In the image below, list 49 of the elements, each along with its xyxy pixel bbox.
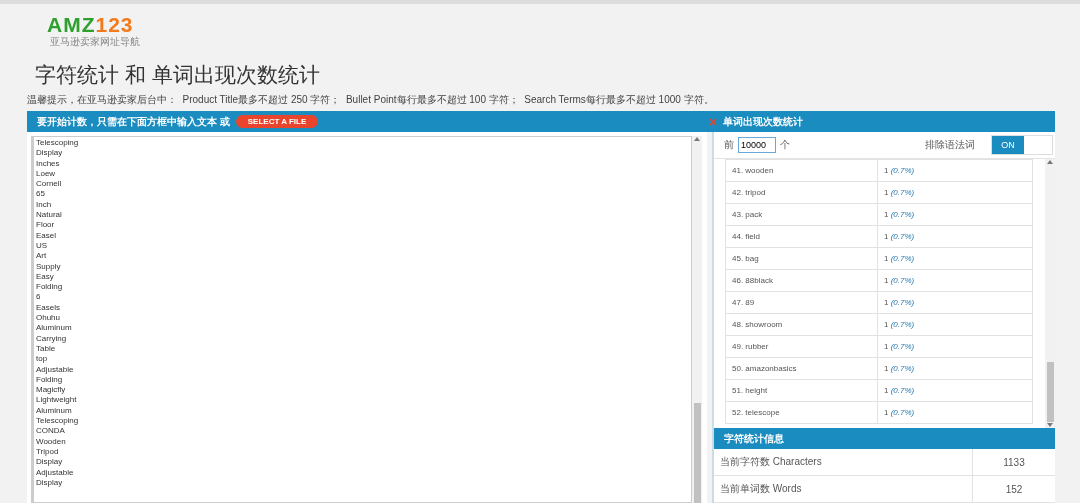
top-count-input[interactable]: 10000 <box>738 137 776 153</box>
count-cell-text: 1 (0.7%) <box>883 187 916 199</box>
count-cell-text: 1 (0.7%) <box>883 407 916 419</box>
hint-text: 温馨提示，在亚马逊卖家后台中： Product Title最多不超过 250 字符； Bullet Point每行最多不超过 100 字符； Search Terms每行最多不超过 1000 字符。 <box>27 94 715 106</box>
count-cell-text: 1 (0.7%) <box>883 385 916 397</box>
word-cell: 47. 89 <box>726 292 878 313</box>
stat-value: 152 <box>972 476 1055 502</box>
exclude-label: 排除语法词 <box>925 138 975 152</box>
logo[interactable]: AMZ123 <box>47 14 134 36</box>
count-cell-text: 1 (0.7%) <box>883 363 916 375</box>
exclude-toggle[interactable]: ON <box>991 135 1053 155</box>
word-cell: 41. wooden <box>726 160 878 181</box>
header-text: 要开始计数，只需在下面方框中输入文本 或 <box>37 114 230 129</box>
scroll-up-icon[interactable] <box>1047 159 1053 165</box>
page-title: 字符统计 和 单词出现次数统计 <box>35 62 321 88</box>
top-suffix-label: 个 <box>780 138 790 152</box>
word-cell: 50. amazonbasics <box>726 358 878 379</box>
word-cell: 43. pack <box>726 204 878 225</box>
count-cell-text: 1 (0.7%) <box>883 297 916 309</box>
scrollbar[interactable] <box>692 136 702 503</box>
scroll-up-icon[interactable] <box>694 136 700 142</box>
word-cell: 46. 88black <box>726 270 878 291</box>
close-icon[interactable] <box>709 117 717 126</box>
scrollbar-thumb[interactable] <box>1046 362 1054 422</box>
word-cell: 49. rubber <box>726 336 878 357</box>
stat-value: 1133 <box>972 449 1055 475</box>
scrollbar[interactable] <box>1045 159 1055 428</box>
word-cell: 51. height <box>726 380 878 401</box>
header-text: 字符统计信息 <box>724 431 784 446</box>
count-cell-text: 1 (0.7%) <box>883 209 916 221</box>
word-cell: 44. field <box>726 226 878 247</box>
count-cell-text: 1 (0.7%) <box>883 231 916 243</box>
word-cell: 52. telescope <box>726 402 878 423</box>
stat-label: 当前单词数 Words <box>719 482 803 496</box>
text-input-field[interactable]: Telescoping Display Inches Loew Cornell 65 Inch Natural Floor Easel US Art Supply Easy Folding 6 Easels Ohuhu Aluminum Carrying Table top Adjustable Folding Magicfly Lightweight Aluminum Telescoping CONDA Wooden Tripod Display Adjustable Display <box>31 136 692 503</box>
count-cell-text: 1 (0.7%) <box>883 275 916 287</box>
header-text: 单词出现次数统计 <box>723 114 803 129</box>
count-cell-text: 1 (0.7%) <box>883 253 916 265</box>
stat-label: 当前字符数 Characters <box>719 455 823 469</box>
logo-tagline: 亚马逊卖家网址导航 <box>50 36 140 48</box>
scrollbar-thumb[interactable] <box>693 403 701 503</box>
count-cell-text: 1 (0.7%) <box>883 165 916 177</box>
word-cell: 45. bag <box>726 248 878 269</box>
top-prefix-label: 前 <box>724 138 734 152</box>
count-cell-text: 1 (0.7%) <box>883 319 916 331</box>
select-file-button[interactable]: SELECT A FILE <box>235 115 319 128</box>
count-cell-text: 1 (0.7%) <box>883 341 916 353</box>
word-cell: 48. showroom <box>726 314 878 335</box>
word-cell: 42. tripod <box>726 182 878 203</box>
